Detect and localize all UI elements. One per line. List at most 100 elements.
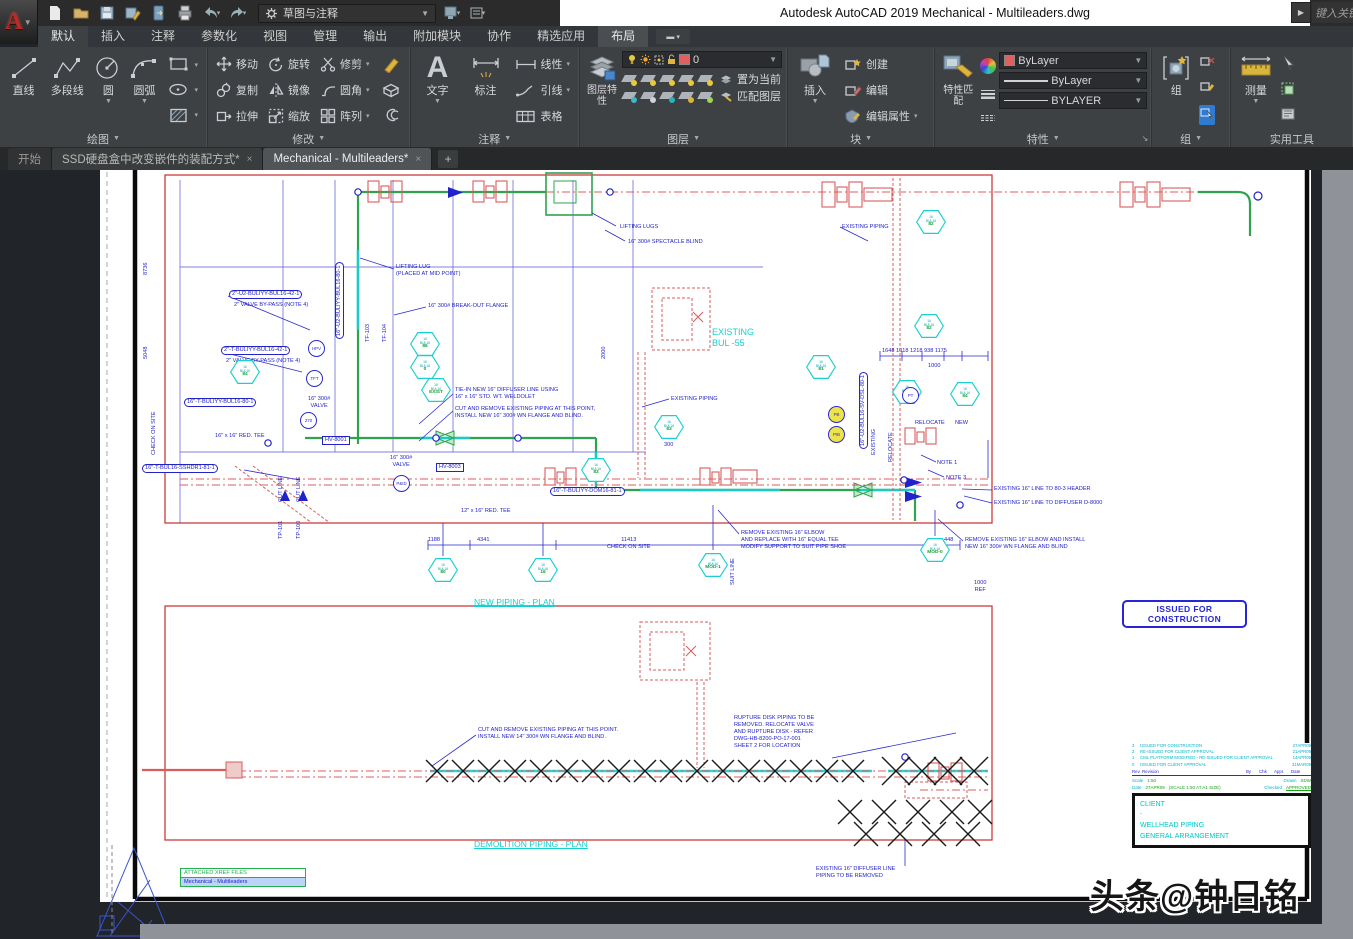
fillet-button[interactable]: 圆角▾	[316, 78, 374, 102]
layer-tool-icon[interactable]	[660, 89, 675, 103]
app-menu-button[interactable]: A▼	[0, 0, 38, 44]
toolbar-overflow-icon[interactable]: ▾	[466, 3, 488, 23]
group-button[interactable]: 组	[1156, 50, 1196, 130]
edit-block-button[interactable]: 编辑	[840, 78, 922, 102]
panel-label-groups[interactable]: 组▼	[1152, 130, 1230, 147]
leader-button[interactable]: 引线▾	[511, 78, 575, 102]
ribbon-tab-默认[interactable]: 默认	[38, 26, 88, 47]
ribbon-tab-附加模块[interactable]: 附加模块	[400, 26, 474, 47]
panel-label-layers[interactable]: 图层▼	[580, 130, 787, 147]
ribbon-tab-管理[interactable]: 管理	[300, 26, 350, 47]
ribbon-tab-布局[interactable]: 布局	[598, 26, 648, 47]
insert-block-button[interactable]: 插入▼	[792, 50, 838, 130]
group-icon	[1161, 52, 1191, 84]
ribbon-tab-协作[interactable]: 协作	[474, 26, 524, 47]
line-button[interactable]: 直线	[4, 50, 43, 130]
ribbon-tab-注释[interactable]: 注释	[138, 26, 188, 47]
plot-icon[interactable]	[174, 3, 196, 23]
ribbon-tab-插入[interactable]: 插入	[88, 26, 138, 47]
workspace-extra-icon[interactable]: ▾	[440, 3, 462, 23]
dimension-button[interactable]: 标注	[463, 50, 509, 130]
panel-label-utilities[interactable]: 实用工具	[1231, 130, 1353, 147]
open-folder-icon[interactable]	[70, 3, 92, 23]
ribbon-tab-输出[interactable]: 输出	[350, 26, 400, 47]
lineweight-icon[interactable]	[980, 89, 996, 99]
arc-button[interactable]: 圆弧▼	[127, 50, 161, 130]
layer-tool-icon[interactable]	[698, 89, 713, 103]
save-as-icon[interactable]	[122, 3, 144, 23]
edit-attributes-button[interactable]: 编辑属性▾	[840, 104, 922, 128]
new-drawing-tab-button[interactable]: +	[438, 150, 458, 168]
erase-icon[interactable]	[377, 53, 405, 77]
scale-button[interactable]: 缩放	[264, 104, 314, 128]
lineweight-select[interactable]: ByLayer▼	[999, 72, 1147, 89]
linear-dim-button[interactable]: 线性▾	[511, 52, 575, 76]
ribbon-tab-精选应用[interactable]: 精选应用	[524, 26, 598, 47]
text-button[interactable]: A文字▼	[415, 50, 461, 130]
explode-icon[interactable]	[377, 78, 405, 102]
file-tab[interactable]: Mechanical - Multileaders*×	[263, 148, 432, 170]
new-file-icon[interactable]	[44, 3, 66, 23]
workspace-switcher[interactable]: 草图与注释 ▼	[258, 4, 436, 23]
match-layer-button[interactable]: 匹配图层	[717, 88, 783, 103]
match-properties-button[interactable]: 特性匹配	[939, 50, 977, 130]
set-current-button[interactable]: 置为当前	[717, 71, 783, 86]
ellipse-tool-icon[interactable]: ▾	[164, 78, 202, 102]
file-tab[interactable]: 开始	[8, 148, 52, 170]
table-button[interactable]: 表格	[511, 104, 575, 128]
array-button[interactable]: 阵列▾	[316, 104, 374, 128]
group-selection-icon[interactable]	[1199, 105, 1215, 125]
circle-button[interactable]: 圆▼	[91, 50, 125, 130]
rotate-button[interactable]: 旋转	[264, 52, 314, 76]
create-block-button[interactable]: 创建	[840, 52, 922, 76]
polyline-button[interactable]: 多段线	[45, 50, 89, 130]
copy-button[interactable]: 复制	[212, 78, 262, 102]
measure-button[interactable]: 测量▼	[1235, 50, 1277, 130]
quick-select-icon[interactable]	[1280, 55, 1298, 75]
layer-properties-button[interactable]: 图层特性	[584, 50, 620, 130]
layer-select[interactable]: 0 ▼	[622, 51, 782, 68]
offset-icon[interactable]	[377, 103, 405, 127]
group-edit-icon[interactable]	[1199, 80, 1215, 98]
layer-tool-icon[interactable]	[641, 89, 656, 103]
search-input[interactable]: 键入关键字或短语	[1312, 2, 1353, 23]
panel-label-draw[interactable]: 绘图▼	[0, 130, 207, 147]
layer-tool-icon[interactable]	[622, 89, 637, 103]
stretch-button[interactable]: 拉伸	[212, 104, 262, 128]
linetype-icon[interactable]	[980, 114, 996, 122]
panel-label-modify[interactable]: 修改▼	[208, 130, 410, 147]
open-from-web-icon[interactable]	[148, 3, 170, 23]
ribbon-collapse-button[interactable]: ▬▾	[656, 29, 690, 44]
panel-label-annotation[interactable]: 注释▼	[411, 130, 580, 147]
undo-icon[interactable]: ▾	[200, 3, 222, 23]
hatch-tool-icon[interactable]: ▾	[164, 103, 202, 127]
ungroup-icon[interactable]	[1199, 55, 1215, 73]
ribbon-tab-视图[interactable]: 视图	[250, 26, 300, 47]
close-tab-icon[interactable]: ×	[247, 154, 253, 165]
file-tab[interactable]: SSD硬盘盒中改变嵌件的装配方式*×	[52, 148, 263, 170]
search-expand-button[interactable]: ▶	[1291, 2, 1311, 23]
close-tab-icon[interactable]: ×	[415, 154, 421, 165]
layer-tool-icon[interactable]	[660, 72, 675, 86]
layer-tool-icon[interactable]	[622, 72, 637, 86]
panel-label-block[interactable]: 块▼	[788, 130, 934, 147]
panel-label-properties[interactable]: 特性▼↘	[935, 130, 1151, 147]
panel-layers: 图层特性 0 ▼ 置为当前	[580, 47, 788, 147]
linetype-select[interactable]: BYLAYER▼	[999, 92, 1147, 109]
save-icon[interactable]	[96, 3, 118, 23]
quick-access-toolbar: ▾ ▾ 草图与注释 ▼ ▾ ▾	[44, 1, 488, 25]
layer-tool-icon[interactable]	[641, 72, 656, 86]
id-point-icon[interactable]	[1280, 107, 1298, 125]
move-button[interactable]: 移动	[212, 52, 262, 76]
color-select[interactable]: ByLayer▼	[999, 52, 1147, 69]
color-wheel-icon[interactable]	[980, 58, 996, 74]
layer-tool-icon[interactable]	[679, 89, 694, 103]
quick-calc-icon[interactable]	[1280, 82, 1298, 100]
ribbon-tab-参数化[interactable]: 参数化	[188, 26, 250, 47]
layer-tool-icon[interactable]	[698, 72, 713, 86]
rectangle-tool-icon[interactable]: ▾	[164, 53, 202, 77]
mirror-button[interactable]: 镜像	[264, 78, 314, 102]
layer-tool-icon[interactable]	[679, 72, 694, 86]
trim-button[interactable]: 修剪▾	[316, 52, 374, 76]
redo-icon[interactable]: ▾	[226, 3, 248, 23]
